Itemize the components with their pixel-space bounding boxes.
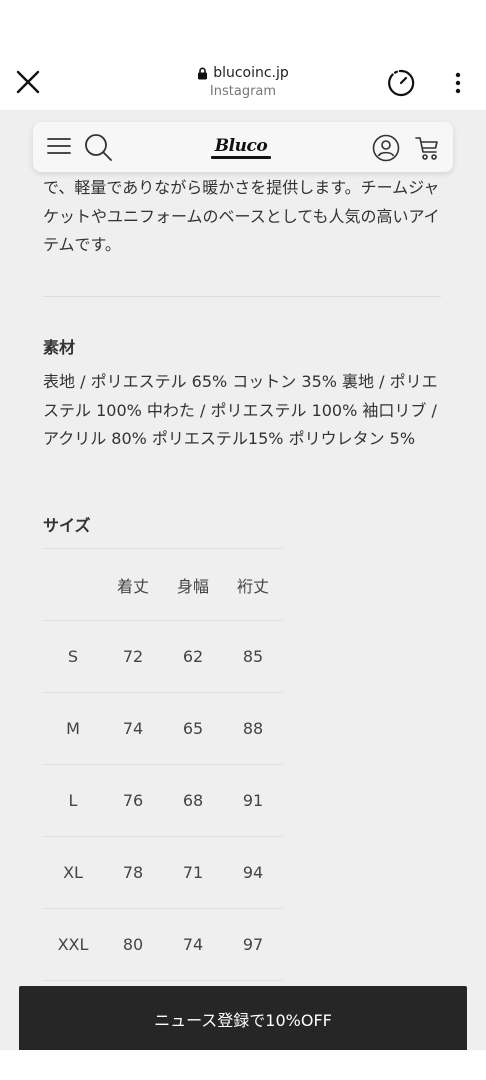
sleeve-cell: 91 <box>223 764 283 837</box>
length-cell: 78 <box>103 836 163 909</box>
table-row: XXL 80 74 97 <box>43 908 283 981</box>
menu-icon[interactable] <box>47 136 71 156</box>
table-row: XL 78 71 94 <box>43 836 283 909</box>
sleeve-cell: 94 <box>223 836 283 909</box>
table-header-row: 着丈 身幅 裄丈 <box>43 548 283 621</box>
newsletter-signup-button[interactable]: ニュース登録で10%OFF <box>19 986 467 1052</box>
width-cell: 65 <box>163 692 223 765</box>
source-label: Instagram <box>209 84 277 99</box>
size-cell: XL <box>43 836 103 909</box>
bottom-strip <box>0 1050 486 1080</box>
table-row: S 72 62 85 <box>43 620 283 693</box>
width-cell: 68 <box>163 764 223 837</box>
size-cell: XXL <box>43 908 103 981</box>
timer-icon[interactable] <box>386 68 416 98</box>
table-header-cell: 身幅 <box>163 548 223 621</box>
sleeve-cell: 88 <box>223 692 283 765</box>
table-row: M 74 65 88 <box>43 692 283 765</box>
length-cell: 76 <box>103 764 163 837</box>
more-options-icon[interactable] <box>448 70 468 96</box>
logo-underline <box>211 156 271 159</box>
lock-icon <box>198 67 208 79</box>
width-cell: 62 <box>163 620 223 693</box>
length-cell: 80 <box>103 908 163 981</box>
sleeve-cell: 97 <box>223 908 283 981</box>
account-icon[interactable] <box>372 134 400 162</box>
length-cell: 74 <box>103 692 163 765</box>
section-divider <box>43 296 441 297</box>
cart-icon[interactable] <box>414 134 440 162</box>
width-cell: 74 <box>163 908 223 981</box>
size-cell: L <box>43 764 103 837</box>
table-header-cell: 裄丈 <box>223 548 283 621</box>
search-icon[interactable] <box>83 132 113 162</box>
page-content: で、軽量でありながら暖かさを提供します。チームジャケットやユニフォームのベースと… <box>0 110 486 1050</box>
newsletter-label: ニュース登録で10%OFF <box>154 1011 332 1030</box>
length-cell: 72 <box>103 620 163 693</box>
site-header: Bluco <box>33 122 453 172</box>
close-icon[interactable] <box>14 68 42 96</box>
width-cell: 71 <box>163 836 223 909</box>
material-title: 素材 <box>43 338 76 357</box>
url-text: blucoinc.jp <box>213 65 289 81</box>
size-cell: M <box>43 692 103 765</box>
table-header-cell: 着丈 <box>103 548 163 621</box>
size-cell: S <box>43 620 103 693</box>
size-title: サイズ <box>43 516 91 535</box>
product-description: で、軽量でありながら暖かさを提供します。チームジャケットやユニフォームのベースと… <box>43 178 440 254</box>
url-display[interactable]: blucoinc.jp Instagram <box>143 63 343 101</box>
table-row: L 76 68 91 <box>43 764 283 837</box>
browser-toolbar: blucoinc.jp Instagram <box>0 0 486 110</box>
material-text: 表地 / ポリエステル 65% コットン 35% 裏地 / ポリエステル 100… <box>43 372 438 448</box>
table-header-cell <box>43 548 103 621</box>
sleeve-cell: 85 <box>223 620 283 693</box>
size-table: 着丈 身幅 裄丈 S 72 62 85 M 74 65 88 L 76 68 9… <box>43 548 283 981</box>
